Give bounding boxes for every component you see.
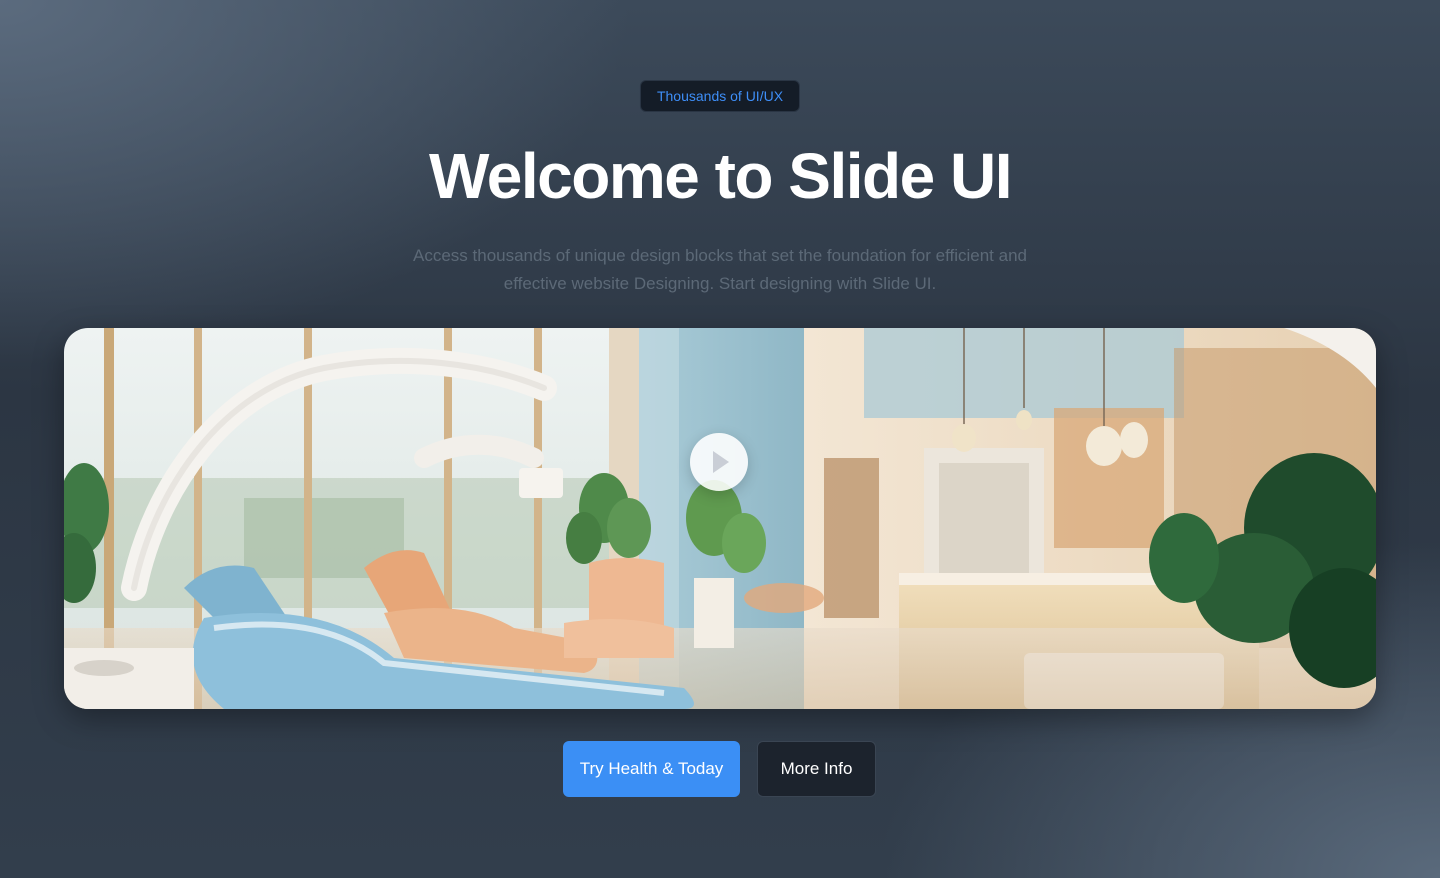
dental-clinic-image <box>64 328 1376 709</box>
hero-badge: Thousands of UI/UX <box>639 80 801 112</box>
hero-section: Thousands of UI/UX Welcome to Slide UI A… <box>0 0 1440 878</box>
hero-subtitle: Access thousands of unique design blocks… <box>413 246 1027 293</box>
play-button[interactable] <box>690 433 748 491</box>
play-icon <box>713 451 729 473</box>
hero-title: Welcome to Slide UI <box>429 140 1013 212</box>
more-info-button[interactable]: More Info <box>757 741 876 797</box>
hero-video-preview[interactable] <box>64 328 1376 709</box>
try-health-button[interactable]: Try Health & Today <box>563 741 740 797</box>
hero-actions: Try Health & Today More Info <box>563 741 876 797</box>
